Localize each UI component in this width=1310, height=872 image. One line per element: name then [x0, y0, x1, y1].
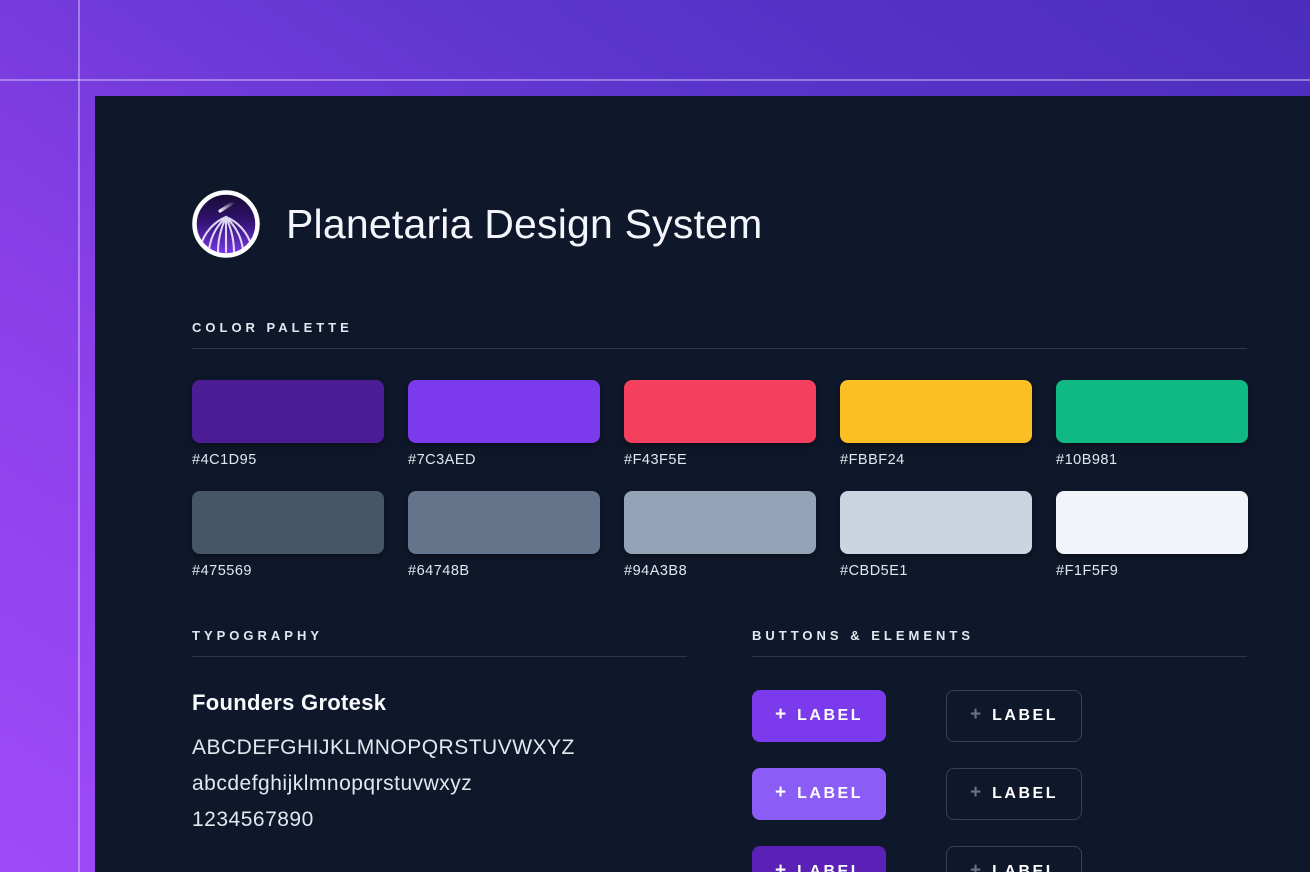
swatch-hex-label: #7C3AED: [408, 452, 600, 468]
swatch-hex-label: #4C1D95: [192, 452, 384, 468]
buttons-section: BUTTONS & ELEMENTS + LABEL + LABEL +: [752, 628, 1247, 872]
swatch-cell: #FBBF24: [840, 380, 1032, 468]
color-swatch: [1056, 380, 1248, 443]
primary-button[interactable]: + LABEL: [752, 846, 886, 872]
secondary-button[interactable]: + LABEL: [946, 768, 1082, 820]
plus-icon: +: [970, 704, 981, 726]
uppercase-sample: ABCDEFGHIJKLMNOPQRSTUVWXYZ: [192, 730, 687, 766]
button-label: LABEL: [992, 785, 1058, 803]
swatch-cell: #94A3B8: [624, 491, 816, 579]
primary-button[interactable]: + LABEL: [752, 690, 886, 742]
section-divider: [192, 348, 1247, 349]
buttons-heading: BUTTONS & ELEMENTS: [752, 628, 1247, 643]
plus-icon: +: [775, 782, 786, 804]
swatch-hex-label: #10B981: [1056, 452, 1248, 468]
button-row: + LABEL + LABEL: [752, 846, 1247, 872]
swatch-cell: #F1F5F9: [1056, 491, 1248, 579]
plus-icon: +: [970, 860, 981, 872]
button-rows: + LABEL + LABEL + LABEL + LABEL: [752, 690, 1247, 872]
button-label: LABEL: [992, 863, 1058, 872]
swatch-cell: #F43F5E: [624, 380, 816, 468]
color-swatch: [408, 380, 600, 443]
typography-heading: TYPOGRAPHY: [192, 628, 687, 643]
swatch-cell: #CBD5E1: [840, 491, 1032, 579]
secondary-button[interactable]: + LABEL: [946, 690, 1082, 742]
button-label: LABEL: [797, 785, 863, 803]
button-label: LABEL: [797, 707, 863, 725]
button-row: + LABEL + LABEL: [752, 690, 1247, 742]
primary-button[interactable]: + LABEL: [752, 768, 886, 820]
secondary-button[interactable]: + LABEL: [946, 846, 1082, 872]
swatch-cell: #475569: [192, 491, 384, 579]
color-swatch: [192, 380, 384, 443]
font-name: Founders Grotesk: [192, 690, 687, 716]
guide-line-vertical: [78, 0, 80, 872]
plus-icon: +: [775, 704, 786, 726]
plus-icon: +: [970, 782, 981, 804]
swatch-cell: #4C1D95: [192, 380, 384, 468]
swatch-hex-label: #FBBF24: [840, 452, 1032, 468]
color-swatch: [840, 380, 1032, 443]
swatch-hex-label: #475569: [192, 563, 384, 579]
swatch-cell: #7C3AED: [408, 380, 600, 468]
color-swatch: [624, 380, 816, 443]
swatch-cell: #64748B: [408, 491, 600, 579]
color-swatch: [1056, 491, 1248, 554]
guide-line-horizontal: [0, 79, 1310, 81]
swatch-grid: #4C1D95 #7C3AED #F43F5E #FBBF24 #10B981 …: [192, 380, 1247, 579]
planetaria-logo-icon: [192, 190, 260, 258]
color-swatch: [192, 491, 384, 554]
button-label: LABEL: [797, 863, 863, 872]
color-palette-section: COLOR PALETTE #4C1D95 #7C3AED #F43F5E #F…: [192, 320, 1247, 579]
section-divider: [192, 656, 687, 657]
button-label: LABEL: [992, 707, 1058, 725]
design-system-panel: Planetaria Design System COLOR PALETTE #…: [95, 96, 1310, 872]
button-row: + LABEL + LABEL: [752, 768, 1247, 820]
swatch-cell: #10B981: [1056, 380, 1248, 468]
color-swatch: [624, 491, 816, 554]
swatch-hex-label: #F1F5F9: [1056, 563, 1248, 579]
swatch-hex-label: #F43F5E: [624, 452, 816, 468]
typography-section: TYPOGRAPHY Founders Grotesk ABCDEFGHIJKL…: [192, 628, 687, 872]
plus-icon: +: [775, 860, 786, 872]
section-divider: [752, 656, 1247, 657]
numerals-sample: 1234567890: [192, 802, 687, 838]
color-swatch: [408, 491, 600, 554]
color-palette-heading: COLOR PALETTE: [192, 320, 1247, 335]
header: Planetaria Design System: [192, 190, 1247, 258]
swatch-hex-label: #64748B: [408, 563, 600, 579]
color-swatch: [840, 491, 1032, 554]
lowercase-sample: abcdefghijklmnopqrstuvwxyz: [192, 766, 687, 802]
swatch-hex-label: #94A3B8: [624, 563, 816, 579]
page-title: Planetaria Design System: [286, 201, 763, 248]
swatch-hex-label: #CBD5E1: [840, 563, 1032, 579]
